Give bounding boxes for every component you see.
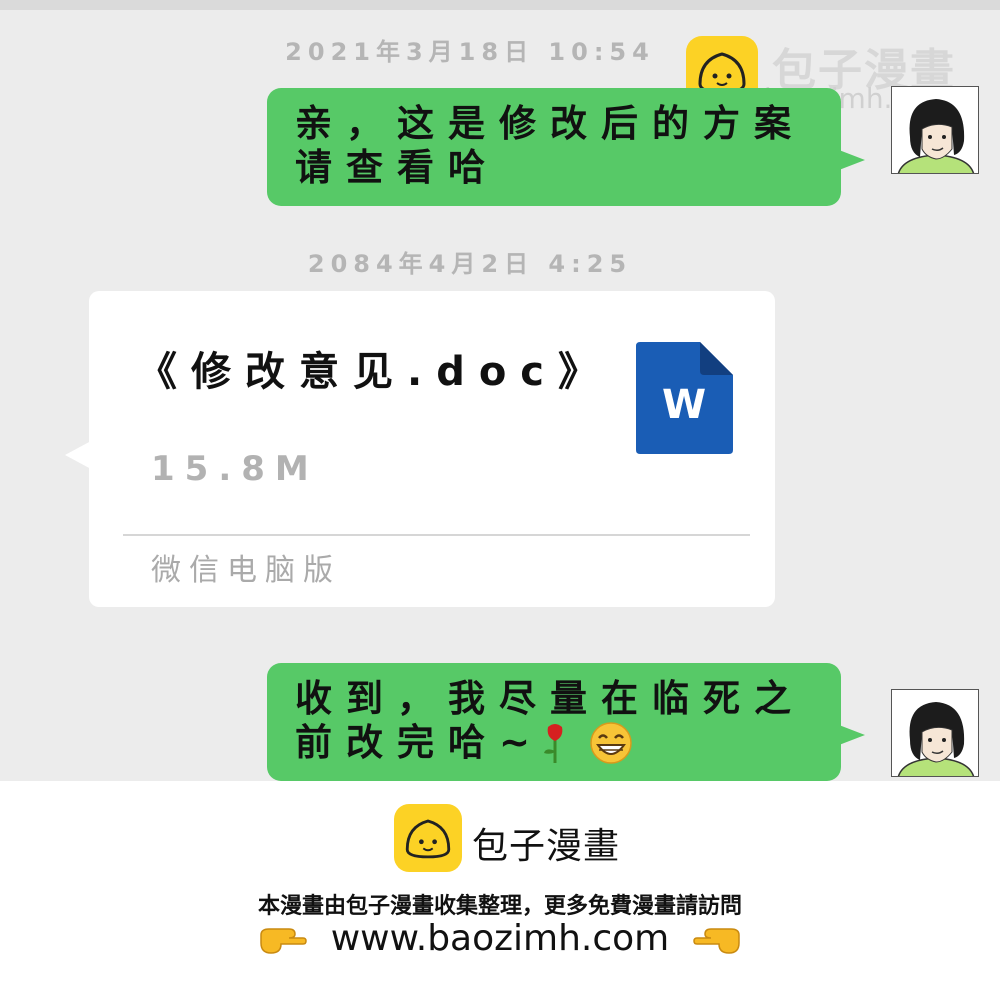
file-size: 15.8M — [151, 449, 319, 489]
message-text-line: 请查看哈 — [295, 146, 499, 189]
user-avatar-icon — [892, 690, 978, 776]
footer-brand-name: 包子漫畫 — [472, 826, 621, 867]
file-source-label: 微信电脑版 — [151, 553, 341, 588]
footer-url-link[interactable]: www.baozimh.com — [331, 918, 670, 959]
message-text-line: 前改完哈~ — [295, 721, 545, 764]
rose-icon — [544, 724, 563, 763]
bubble-tail — [839, 725, 865, 745]
baozi-logo-icon — [394, 804, 462, 872]
top-strip — [0, 0, 1000, 10]
file-name: 《修改意见.doc》 — [137, 349, 613, 395]
footer-description: 本漫畫由包子漫畫收集整理，更多免費漫畫請訪問 — [257, 894, 742, 919]
message-timestamp: 2021年3月18日 10:54 — [285, 38, 655, 66]
user-avatar-icon — [892, 87, 978, 173]
word-icon-letter: W — [662, 382, 706, 428]
avatar[interactable] — [891, 86, 979, 174]
footer-url-row: www.baozimh.com — [0, 918, 1000, 959]
divider — [123, 534, 750, 536]
message-text-line: 亲，这是修改后的方案 — [295, 102, 805, 145]
word-doc-icon: W — [636, 342, 733, 454]
grinning-face-icon — [590, 722, 632, 764]
file-message-card[interactable]: 《修改意见.doc》 15.8M 微信电脑版 W — [65, 291, 775, 607]
message-timestamp: 2084年4月2日 4:25 — [307, 250, 633, 278]
bubble-tail — [65, 441, 91, 469]
bubble-tail — [839, 150, 865, 170]
footer-banner: 包子漫畫 本漫畫由包子漫畫收集整理，更多免費漫畫請訪問 www.baozimh.… — [0, 781, 1000, 981]
message-text-line: 收到，我尽量在临死之 — [295, 677, 805, 720]
pointing-right-hand-icon — [260, 928, 308, 954]
message-bubble-outgoing[interactable]: 收到，我尽量在临死之 前改完哈~ — [267, 663, 865, 781]
chat-area: 包子漫畫 baozimh.com 2021年3月18日 10:54 亲，这是修改… — [0, 0, 1000, 781]
pointing-left-hand-icon — [692, 928, 740, 954]
avatar[interactable] — [891, 689, 979, 777]
message-bubble-outgoing[interactable]: 亲，这是修改后的方案 请查看哈 — [267, 88, 865, 206]
